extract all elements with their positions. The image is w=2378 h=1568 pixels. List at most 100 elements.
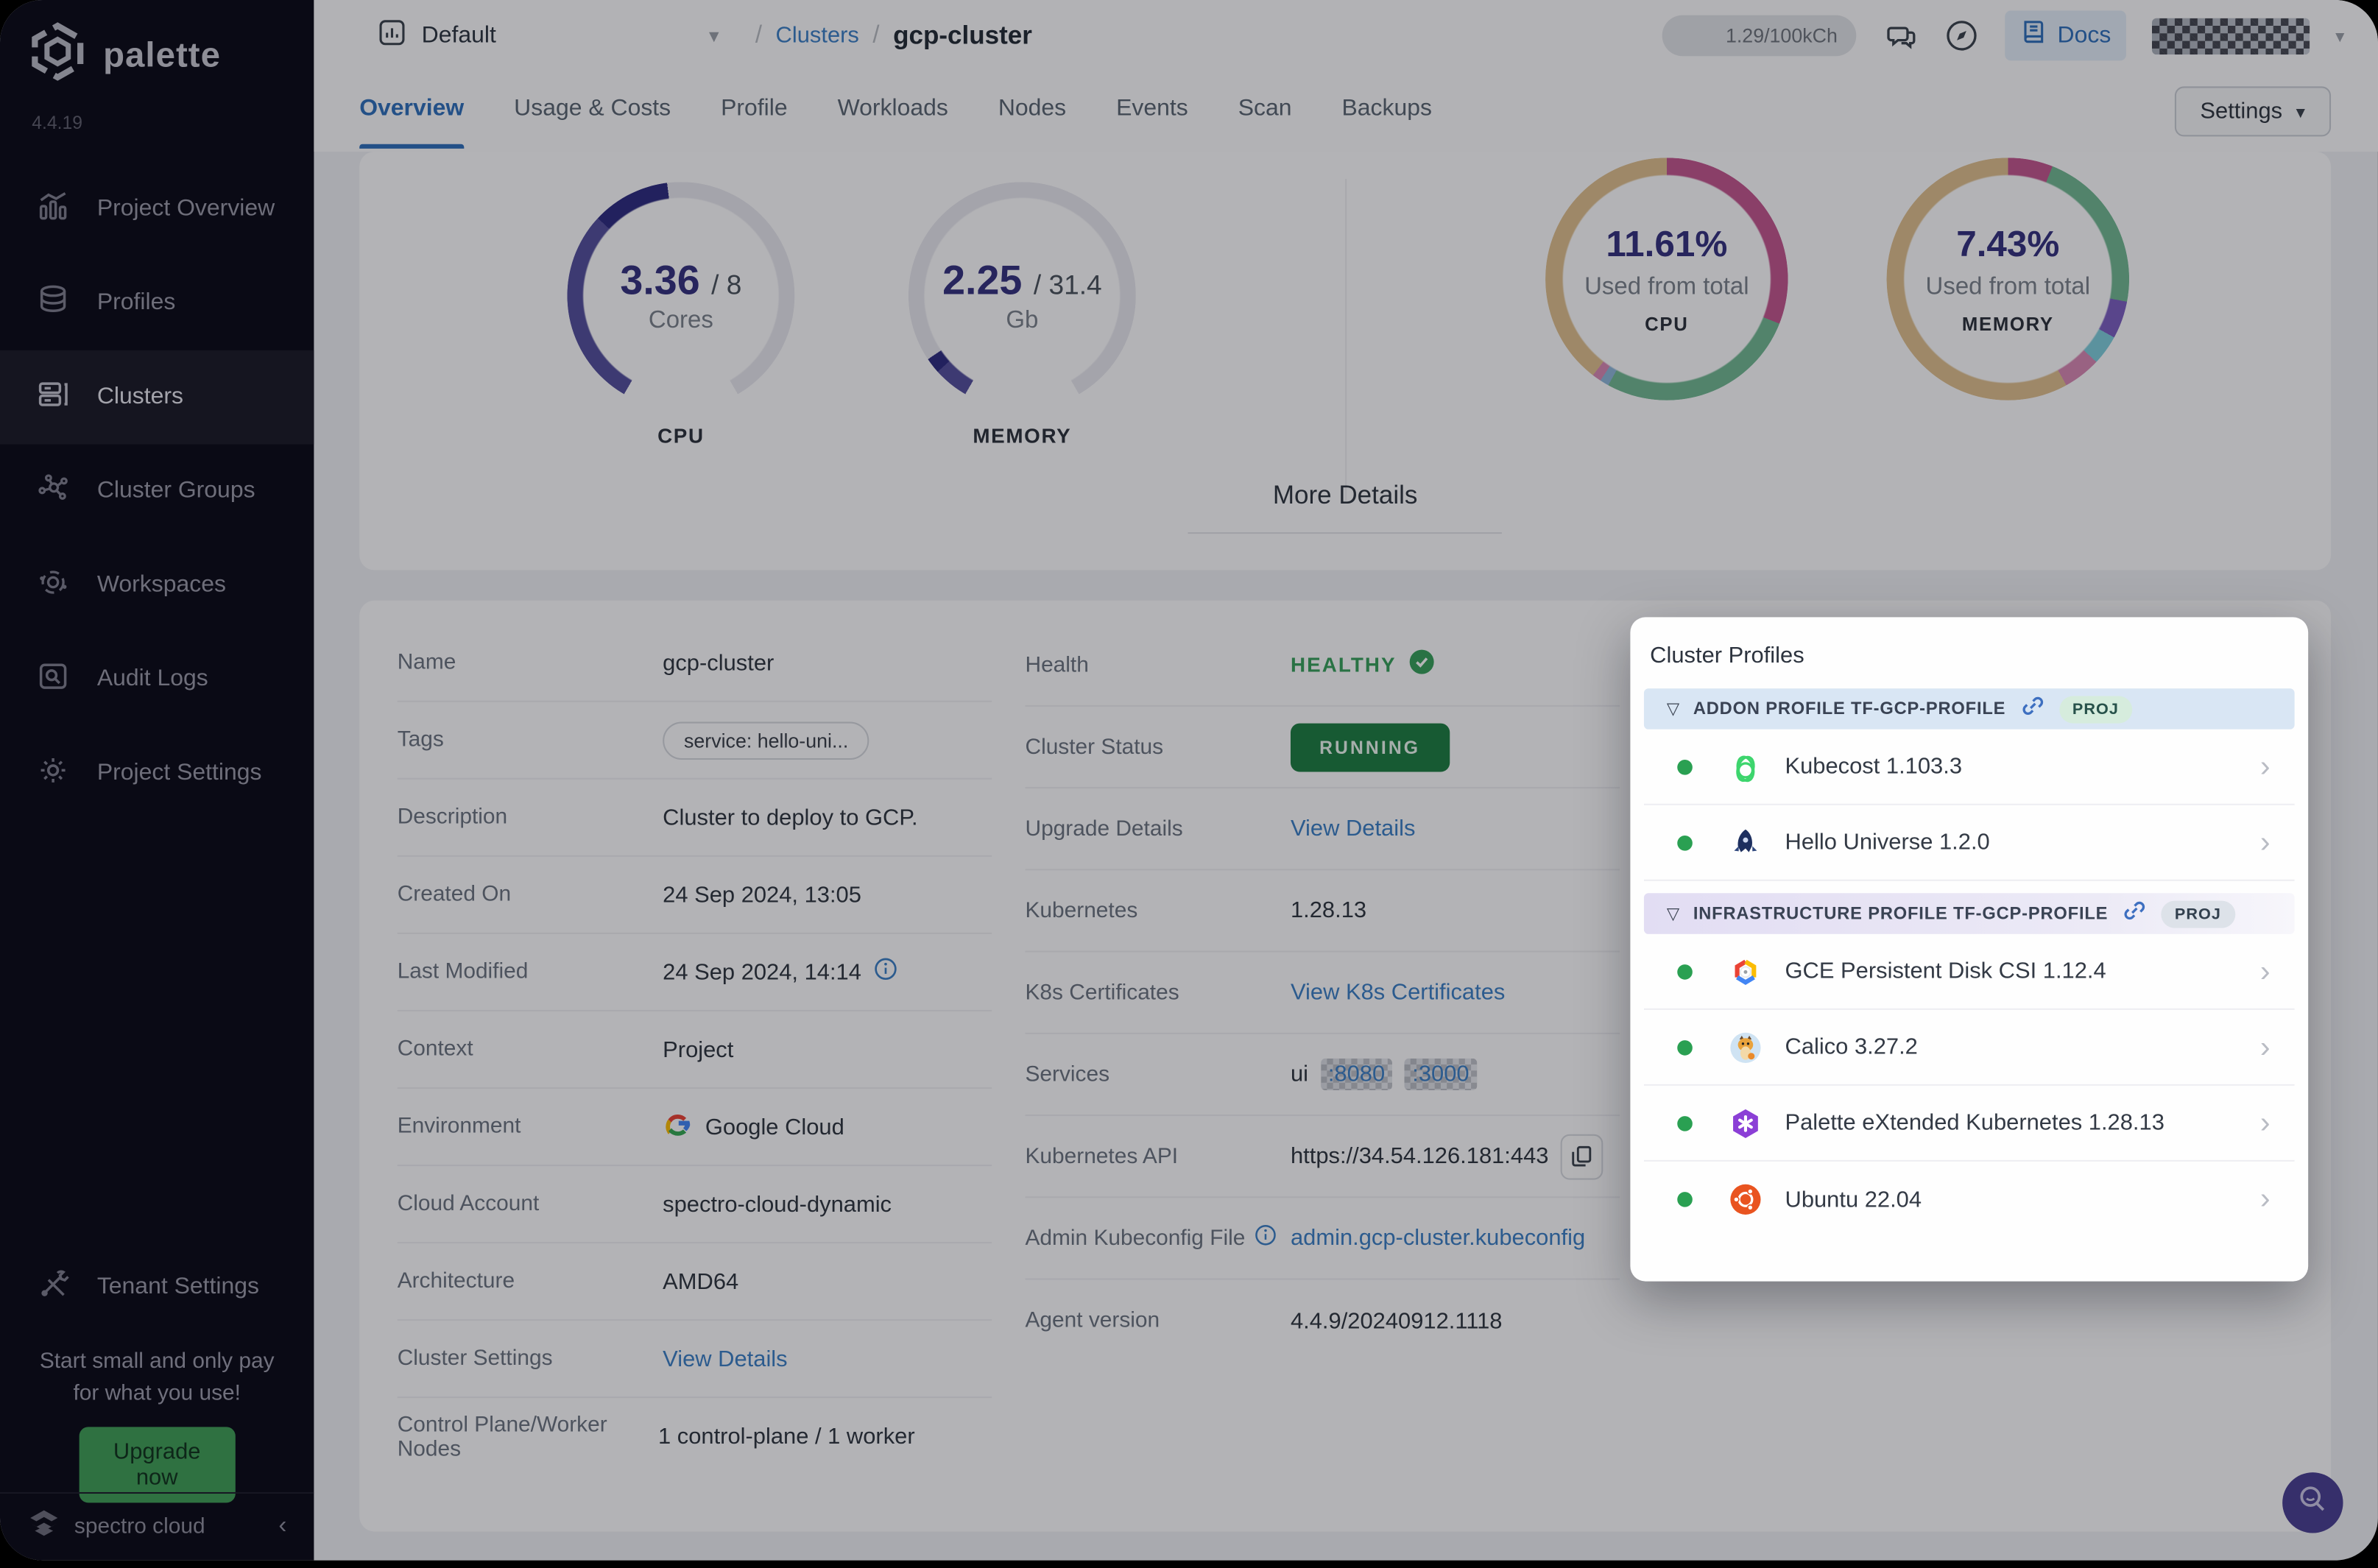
- upgrade-now-button[interactable]: Upgrade now: [78, 1427, 236, 1503]
- chevron-right-icon: ›: [2259, 825, 2271, 859]
- detail-row-cloud-account: Cloud Account spectro-cloud-dynamic: [397, 1166, 992, 1244]
- detail-row-cluster-status: Cluster Status RUNNING: [1025, 707, 1620, 789]
- sidebar-item-workspaces[interactable]: Workspaces: [0, 538, 314, 632]
- sidebar-item-profiles[interactable]: Profiles: [0, 256, 314, 350]
- credits-counter: 1.29/100kCh: [1661, 15, 1856, 57]
- chevron-right-icon: ›: [2259, 1182, 2271, 1217]
- details-left-column: Name gcp-cluster Tags service: hello-uni..…: [397, 625, 992, 1476]
- tab-usage-costs[interactable]: Usage & Costs: [514, 74, 671, 149]
- detail-row-architecture: Architecture AMD64: [397, 1243, 992, 1321]
- cluster-settings-view-details-link[interactable]: View Details: [663, 1346, 787, 1371]
- upgrade-promo-text: Start small and only pay for what you us…: [39, 1349, 275, 1406]
- copy-icon[interactable]: [1560, 1133, 1603, 1179]
- detail-row-health: Health HEALTHY: [1025, 625, 1620, 707]
- user-account-redacted[interactable]: [2151, 17, 2310, 54]
- tab-backups[interactable]: Backups: [1341, 74, 1431, 149]
- tab-profile[interactable]: Profile: [721, 74, 788, 149]
- service-port-link[interactable]: :8080: [1321, 1059, 1393, 1090]
- tab-workloads[interactable]: Workloads: [838, 74, 948, 149]
- service-port-link[interactable]: :3000: [1405, 1059, 1477, 1090]
- detail-row-context: Context Project: [397, 1011, 992, 1090]
- tab-nodes[interactable]: Nodes: [998, 74, 1066, 149]
- detail-row-created-on: Created On 24 Sep 2024, 13:05: [397, 857, 992, 934]
- tab-events[interactable]: Events: [1116, 74, 1188, 149]
- memory-usage-gauge: 2.25 / 31.4 Gb MEMORY: [908, 182, 1136, 448]
- collapse-sidebar-icon[interactable]: ‹: [278, 1514, 286, 1541]
- breadcrumb-clusters-link[interactable]: Clusters: [776, 23, 859, 49]
- sidebar-item-cluster-groups[interactable]: Cluster Groups: [0, 445, 314, 539]
- tag-chip[interactable]: service: hello-uni...: [663, 721, 870, 759]
- sidebar-menu: Project Overview Profiles Clusters Clust…: [0, 162, 314, 820]
- sidebar-item-label: Project Overview: [96, 195, 275, 222]
- memory-total-donut: 7.43% Used from total MEMORY: [1886, 158, 2130, 400]
- chat-icon[interactable]: [1882, 18, 1918, 54]
- sidebar-item-label: Project Settings: [96, 760, 262, 786]
- app-window: palette 4.4.19 Project Overview Profiles…: [0, 0, 2378, 1568]
- profile-item-ubuntu[interactable]: Ubuntu 22.04 ›: [1643, 1161, 2295, 1237]
- chevron-down-icon[interactable]: ▾: [2335, 25, 2344, 46]
- detail-row-kubernetes-api: Kubernetes API https://34.54.126.181:443: [1025, 1116, 1620, 1198]
- profile-item-calico[interactable]: Calico 3.27.2 ›: [1643, 1009, 2295, 1086]
- sidebar-item-tenant-settings[interactable]: Tenant Settings: [0, 1240, 314, 1335]
- panel-title: Cluster Profiles: [1650, 643, 1804, 669]
- sidebar-item-project-overview[interactable]: Project Overview: [0, 162, 314, 256]
- detail-row-kubernetes: Kubernetes 1.28.13: [1025, 870, 1620, 953]
- chevron-right-icon: ›: [2259, 1030, 2271, 1064]
- top-bar: Default ▾ / Clusters / gcp-cluster 1.29/…: [314, 0, 2378, 71]
- upgrade-view-details-link[interactable]: View Details: [1291, 816, 1415, 841]
- profile-item-kubecost[interactable]: Kubecost 1.103.3 ›: [1643, 729, 2295, 805]
- breadcrumb: / Clusters / gcp-cluster: [755, 21, 1032, 51]
- sidebar-footer: spectro cloud ‹: [0, 1491, 314, 1561]
- gear-icon: [35, 752, 71, 796]
- bar-chart-icon: [35, 187, 71, 231]
- addon-profile-section-header[interactable]: ▽ ADDON PROFILE TF-GCP-PROFILE PROJ: [1643, 688, 2295, 730]
- info-icon[interactable]: [1255, 1223, 1277, 1252]
- kubeconfig-download-link[interactable]: admin.gcp-cluster.kubeconfig: [1291, 1225, 1585, 1251]
- health-status: HEALTHY: [1290, 653, 1397, 677]
- palette-logo: palette: [27, 21, 221, 90]
- info-icon[interactable]: [873, 957, 897, 987]
- search-fab-button[interactable]: [2282, 1472, 2343, 1533]
- settings-dropdown-button[interactable]: Settings ▾: [2174, 86, 2332, 137]
- sidebar-item-label: Tenant Settings: [96, 1274, 259, 1300]
- docs-button[interactable]: Docs: [2004, 10, 2126, 61]
- detail-row-description: Description Cluster to deploy to GCP.: [397, 780, 992, 857]
- gauge-metric-label: MEMORY: [973, 424, 1072, 448]
- chevron-right-icon: ›: [2259, 954, 2271, 989]
- sidebar-item-label: Audit Logs: [96, 665, 208, 692]
- cluster-tabs-bar: Overview Usage & Costs Profile Workloads…: [314, 71, 2378, 152]
- chevron-right-icon: ›: [2259, 1106, 2271, 1140]
- compass-icon[interactable]: [1944, 18, 1978, 53]
- sidebar-item-clusters[interactable]: Clusters: [0, 350, 314, 445]
- book-icon: [2019, 18, 2047, 53]
- profile-item-hello-universe[interactable]: Hello Universe 1.2.0 ›: [1643, 805, 2295, 881]
- orbit-icon: [35, 563, 71, 607]
- gce-disk-icon: [1726, 952, 1765, 992]
- breadcrumb-current: gcp-cluster: [893, 20, 1032, 49]
- topbar-actions: 1.29/100kCh Docs ▾: [1661, 10, 2378, 61]
- view-k8s-certificates-link[interactable]: View K8s Certificates: [1291, 980, 1505, 1006]
- server-icon: [35, 375, 71, 420]
- chevron-down-icon: ▾: [708, 23, 719, 46]
- tab-overview[interactable]: Overview: [359, 74, 464, 149]
- gauge-metric-label: CPU: [657, 424, 705, 448]
- chevron-down-icon: ▾: [2296, 100, 2306, 122]
- status-dot: [1677, 758, 1693, 774]
- detail-row-environment: Environment Google Cloud: [397, 1089, 992, 1167]
- more-details-button[interactable]: More Details: [1188, 481, 1503, 534]
- detail-row-services: Services ui:8080:3000: [1025, 1034, 1620, 1117]
- sidebar-item-project-settings[interactable]: Project Settings: [0, 727, 314, 821]
- profile-item-gce-persistent-disk[interactable]: GCE Persistent Disk CSI 1.12.4 ›: [1643, 933, 2295, 1010]
- infrastructure-profile-section-header[interactable]: ▽ INFRASTRUCTURE PROFILE TF-GCP-PROFILE …: [1643, 893, 2295, 934]
- project-selector[interactable]: Default ▾: [378, 18, 719, 54]
- pxk-icon: [1726, 1103, 1765, 1143]
- app-version: 4.4.19: [32, 112, 83, 134]
- sidebar-item-label: Workspaces: [96, 571, 226, 598]
- layers-icon: [35, 281, 71, 325]
- sidebar-item-audit-logs[interactable]: Audit Logs: [0, 632, 314, 727]
- tab-scan[interactable]: Scan: [1238, 74, 1292, 149]
- sidebar-tenant-section: Tenant Settings: [0, 1240, 314, 1335]
- link-chain-icon: [2019, 692, 2045, 725]
- detail-row-upgrade-details: Upgrade Details View Details: [1025, 788, 1620, 871]
- profile-item-palette-extended-kubernetes[interactable]: Palette eXtended Kubernetes 1.28.13 ›: [1643, 1085, 2295, 1162]
